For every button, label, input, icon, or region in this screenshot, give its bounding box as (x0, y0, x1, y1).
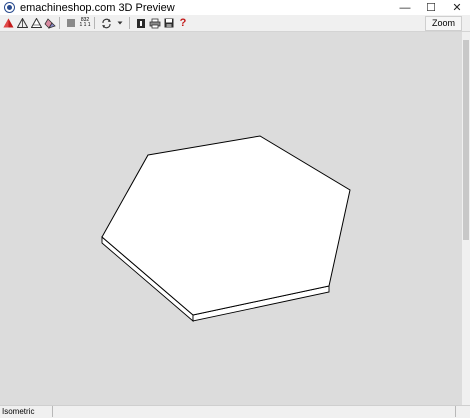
scrollbar-thumb[interactable] (463, 40, 469, 240)
title-bar: emachineshop.com 3D Preview — ☐ ✕ (0, 0, 470, 16)
window-title: emachineshop.com 3D Preview (20, 1, 175, 14)
red-pyramid-view-button[interactable] (2, 16, 14, 30)
window-controls: — ☐ ✕ (392, 0, 470, 15)
toolbar-separator (129, 17, 130, 29)
rotate-dropdown[interactable] (114, 16, 126, 30)
help-button[interactable]: ? (177, 16, 189, 30)
dropdown-arrow-icon (117, 21, 123, 25)
maximize-button[interactable]: ☐ (418, 0, 444, 15)
zoom-button[interactable]: Zoom (424, 16, 462, 31)
status-panel (53, 406, 456, 417)
gray-square-icon (67, 19, 75, 27)
vertical-scrollbar[interactable] (462, 32, 470, 405)
info-button[interactable] (135, 16, 147, 30)
resize-grip[interactable] (456, 406, 470, 417)
save-button[interactable] (163, 16, 175, 30)
view-mode-status: Isometric (0, 406, 53, 417)
rotate-arrows-icon (101, 18, 111, 28)
toolbar: 832 1 1 1 ? Zoom (0, 15, 470, 32)
floppy-disk-icon (164, 18, 174, 28)
toolbar-separator (59, 17, 60, 29)
shaded-pyramid-icon (44, 17, 56, 29)
outline-pyramid-icon (30, 17, 42, 28)
minimize-button[interactable]: — (392, 0, 418, 15)
close-button[interactable]: ✕ (444, 0, 470, 15)
toolbar-separator (94, 17, 95, 29)
wireframe-pyramid-button[interactable] (16, 16, 28, 30)
shaded-pyramid-button[interactable] (44, 16, 56, 30)
printer-icon (149, 18, 161, 28)
dimensions-button[interactable]: 832 1 1 1 (79, 16, 91, 30)
outline-pyramid-button[interactable] (30, 16, 42, 30)
hexagon-plate-model (101, 135, 351, 322)
wireframe-pyramid-icon (16, 17, 28, 28)
red-pyramid-icon (3, 18, 13, 27)
info-book-icon (137, 18, 145, 28)
status-bar: Isometric (0, 405, 470, 418)
rotate-button[interactable] (100, 16, 112, 30)
help-question-icon: ? (179, 17, 187, 29)
print-button[interactable] (149, 16, 161, 30)
3d-preview-viewport[interactable] (0, 32, 463, 405)
dimension-digits-bottom: 1 1 1 (79, 22, 91, 28)
solid-fill-button[interactable] (65, 16, 77, 30)
app-logo-icon (4, 2, 15, 13)
